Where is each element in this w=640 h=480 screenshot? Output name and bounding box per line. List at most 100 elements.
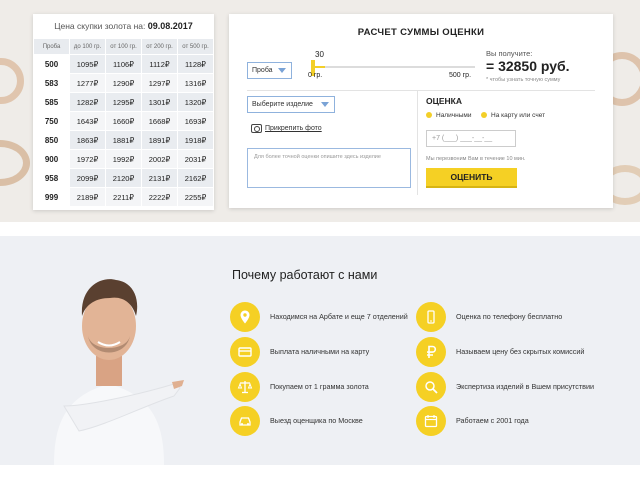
price-cell: 2099₽ <box>69 168 106 188</box>
probe-cell: 850 <box>33 130 70 150</box>
price-cell: 2162₽ <box>177 168 214 188</box>
feature-item: Находимся на Арбате и еще 7 отделений <box>230 302 420 332</box>
slider-value: 30 <box>315 50 324 59</box>
phone-placeholder: +7 (___) ___-__-__ <box>432 135 493 142</box>
sum-note: * чтобы узнать точную сумму <box>486 77 561 83</box>
radio-card[interactable]: На карту или счет <box>481 112 545 119</box>
feature-text: Оценка по телефону бесплатно <box>456 312 563 321</box>
price-cell: 2189₽ <box>69 187 106 207</box>
feature-item: Работаем с 2001 года <box>416 406 606 436</box>
price-cell: 1128₽ <box>177 54 214 74</box>
price-cell: 2120₽ <box>105 168 142 188</box>
price-cell: 2131₽ <box>141 168 178 188</box>
ruble-icon <box>416 337 446 367</box>
chevron-down-icon <box>278 68 286 73</box>
car-icon <box>230 406 260 436</box>
column-header: от 500 гр. <box>177 38 214 55</box>
calculator-title: РАСЧЕТ СУММЫ ОЦЕНКИ <box>357 27 485 38</box>
estimate-button[interactable]: ОЦЕНИТЬ <box>426 168 517 188</box>
feature-item: Выплата наличными на карту <box>230 337 420 367</box>
radio-cash-label: Наличными <box>436 112 472 119</box>
probe-cell: 583 <box>33 73 70 93</box>
feature-item: Называем цену без скрытых комиссий <box>416 337 606 367</box>
price-cell: 1290₽ <box>105 73 142 93</box>
price-cell: 1277₽ <box>69 73 106 93</box>
price-cell: 1112₽ <box>141 54 178 74</box>
location-pin-icon <box>230 302 260 332</box>
column-header: Проба <box>33 38 70 55</box>
man-photo <box>54 279 184 465</box>
price-cell: 1282₽ <box>69 92 106 112</box>
estimate-calculator: РАСЧЕТ СУММЫ ОЦЕНКИ Проба 30 0 гр. 500 г… <box>229 14 613 208</box>
price-heading-label: Цена скупки золота на: <box>54 21 146 31</box>
ring-decoration <box>0 140 30 186</box>
radio-cash[interactable]: Наличными <box>426 112 471 119</box>
price-cell: 1863₽ <box>69 130 106 150</box>
radio-card-label: На карту или счет <box>491 112 546 119</box>
price-cell: 1316₽ <box>177 73 214 93</box>
hero-section: Цена скупки золота на: 09.08.2017 Проба … <box>0 0 640 222</box>
price-cell: 1297₽ <box>141 73 178 93</box>
price-cell: 2031₽ <box>177 149 214 169</box>
price-cell: 1106₽ <box>105 54 142 74</box>
slider-fill <box>315 66 325 68</box>
price-cell: 1301₽ <box>141 92 178 112</box>
feature-text: Называем цену без скрытых комиссий <box>456 347 585 356</box>
price-row: 585 1282₽ 1295₽ 1301₽ 1320₽ <box>33 92 214 112</box>
price-cell: 1295₽ <box>105 92 142 112</box>
smartphone-icon <box>416 302 446 332</box>
column-header: от 200 гр. <box>141 38 178 55</box>
textarea-placeholder: Для более точной оценки опишите здесь из… <box>254 154 381 160</box>
price-cell: 1972₽ <box>69 149 106 169</box>
scales-icon <box>230 372 260 402</box>
phone-input[interactable]: +7 (___) ___-__-__ <box>426 130 516 147</box>
probe-cell: 958 <box>33 168 70 188</box>
probe-select-value: Проба <box>252 67 273 74</box>
callback-note: Мы перезвоним Вам в течение 10 мин. <box>426 156 526 162</box>
feature-text: Находимся на Арбате и еще 7 отделений <box>270 312 408 321</box>
price-cell: 1320₽ <box>177 92 214 112</box>
price-row: 999 2189₽ 2211₽ 2222₽ 2255₽ <box>33 187 214 207</box>
probe-select[interactable]: Проба <box>247 62 292 79</box>
chevron-down-icon <box>321 102 329 107</box>
feature-text: Покупаем от 1 грамма золота <box>270 382 369 391</box>
gold-price-card: Цена скупки золота на: 09.08.2017 Проба … <box>33 14 214 210</box>
price-cell: 2222₽ <box>141 187 178 207</box>
probe-cell: 750 <box>33 111 70 131</box>
calendar-icon <box>416 406 446 436</box>
neck-shape <box>96 356 122 386</box>
estimate-title: ОЦЕНКА <box>426 96 462 106</box>
price-table: Проба до 100 гр. от 100 гр. от 200 гр. о… <box>33 38 214 207</box>
magnifier-icon <box>416 372 446 402</box>
why-us-title: Почему работают с нами <box>232 268 378 282</box>
page-footer-strip <box>0 465 640 480</box>
price-row: 900 1972₽ 1992₽ 2002₽ 2031₽ <box>33 149 214 169</box>
probe-cell: 900 <box>33 149 70 169</box>
credit-card-icon <box>230 337 260 367</box>
column-header: до 100 гр. <box>69 38 106 55</box>
feature-text: Экспертиза изделий в Вшем присутствии <box>456 382 594 391</box>
price-cell: 2211₽ <box>105 187 142 207</box>
price-date: 09.08.2017 <box>147 21 193 31</box>
column-header: от 100 гр. <box>105 38 142 55</box>
price-cell: 2002₽ <box>141 149 178 169</box>
price-heading: Цена скупки золота на: 09.08.2017 <box>33 14 214 38</box>
attach-photo-link[interactable]: Прикрепить фото <box>251 125 322 132</box>
price-cell: 2255₽ <box>177 187 214 207</box>
item-select[interactable]: Выберите изделие <box>247 96 335 113</box>
probe-cell: 585 <box>33 92 70 112</box>
radio-dot-icon <box>426 112 432 118</box>
feature-text: Работаем с 2001 года <box>456 416 529 425</box>
attach-photo-label: Прикрепить фото <box>265 125 322 132</box>
price-cell: 1881₽ <box>105 130 142 150</box>
item-select-value: Выберите изделие <box>252 101 313 108</box>
divider <box>417 91 418 195</box>
description-textarea[interactable]: Для более точной оценки опишите здесь из… <box>247 148 411 188</box>
weight-slider[interactable] <box>315 66 475 68</box>
price-cell: 1891₽ <box>141 130 178 150</box>
feature-text: Выплата наличными на карту <box>270 347 370 356</box>
feature-item: Выезд оценщика по Москве <box>230 406 420 436</box>
estimate-sum: = 32850 руб. <box>486 58 570 74</box>
price-table-header: Проба до 100 гр. от 100 гр. от 200 гр. о… <box>33 38 214 55</box>
slider-min-label: 0 гр. <box>308 72 323 79</box>
